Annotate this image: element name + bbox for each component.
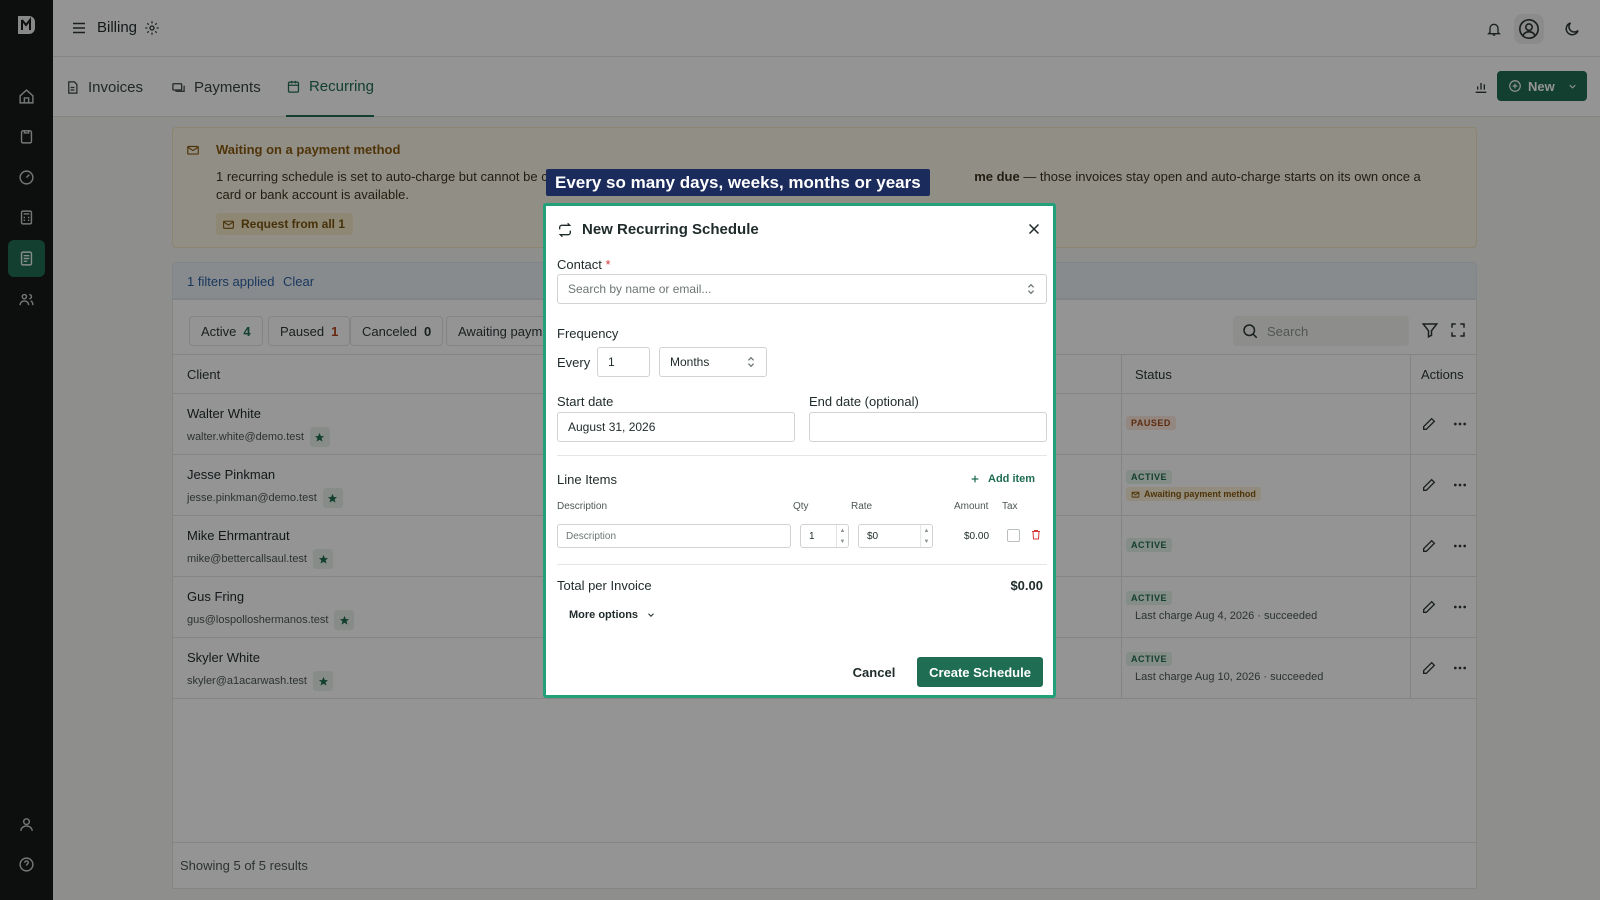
end-date-input[interactable] (809, 412, 1047, 442)
line-amount: $0.00 (964, 531, 990, 542)
qty-stepper[interactable]: ▲ ▼ (836, 525, 848, 547)
rate-stepper[interactable]: ▲ ▼ (920, 525, 932, 547)
dialog-title: New Recurring Schedule (582, 221, 759, 238)
select-arrows-icon (1027, 283, 1035, 295)
create-schedule-button[interactable]: Create Schedule (917, 657, 1043, 687)
line-items-label: Line Items (557, 472, 617, 487)
close-icon[interactable] (1025, 220, 1043, 238)
repeat-icon (558, 222, 572, 237)
line-qty-input[interactable]: 1 ▲ ▼ (800, 524, 849, 548)
chevron-down-icon (648, 613, 654, 617)
start-date-label: Start date (557, 394, 614, 409)
start-date-input[interactable]: August 31, 2026 (557, 412, 795, 442)
total-label: Total per Invoice (557, 578, 652, 593)
trash-icon[interactable] (1030, 528, 1042, 541)
line-rate-input[interactable]: $0 ▲ ▼ (858, 524, 933, 548)
more-options-toggle[interactable]: More options (569, 609, 656, 621)
select-arrows-icon (747, 356, 755, 368)
contact-label: Contact * (557, 257, 611, 272)
plus-icon (971, 475, 979, 483)
frequency-interval-input[interactable]: 1 (597, 347, 650, 377)
total-value: $0.00 (1010, 578, 1043, 593)
line-description-input[interactable]: Description (557, 524, 791, 548)
tax-checkbox[interactable] (1007, 529, 1020, 542)
frequency-tooltip: Every so many days, weeks, months or yea… (546, 169, 930, 196)
dialog-header: New Recurring Schedule (557, 221, 759, 238)
new-recurring-schedule-dialog: New Recurring Schedule Contact * Search … (543, 203, 1056, 698)
every-label: Every (557, 355, 591, 370)
end-date-label: End date (optional) (809, 394, 919, 409)
contact-search-input[interactable]: Search by name or email... (557, 274, 1047, 304)
frequency-unit-select[interactable]: Months (659, 347, 767, 377)
add-item-button[interactable]: Add item (970, 473, 1035, 485)
frequency-label: Frequency (557, 326, 619, 341)
cancel-button[interactable]: Cancel (839, 657, 909, 687)
